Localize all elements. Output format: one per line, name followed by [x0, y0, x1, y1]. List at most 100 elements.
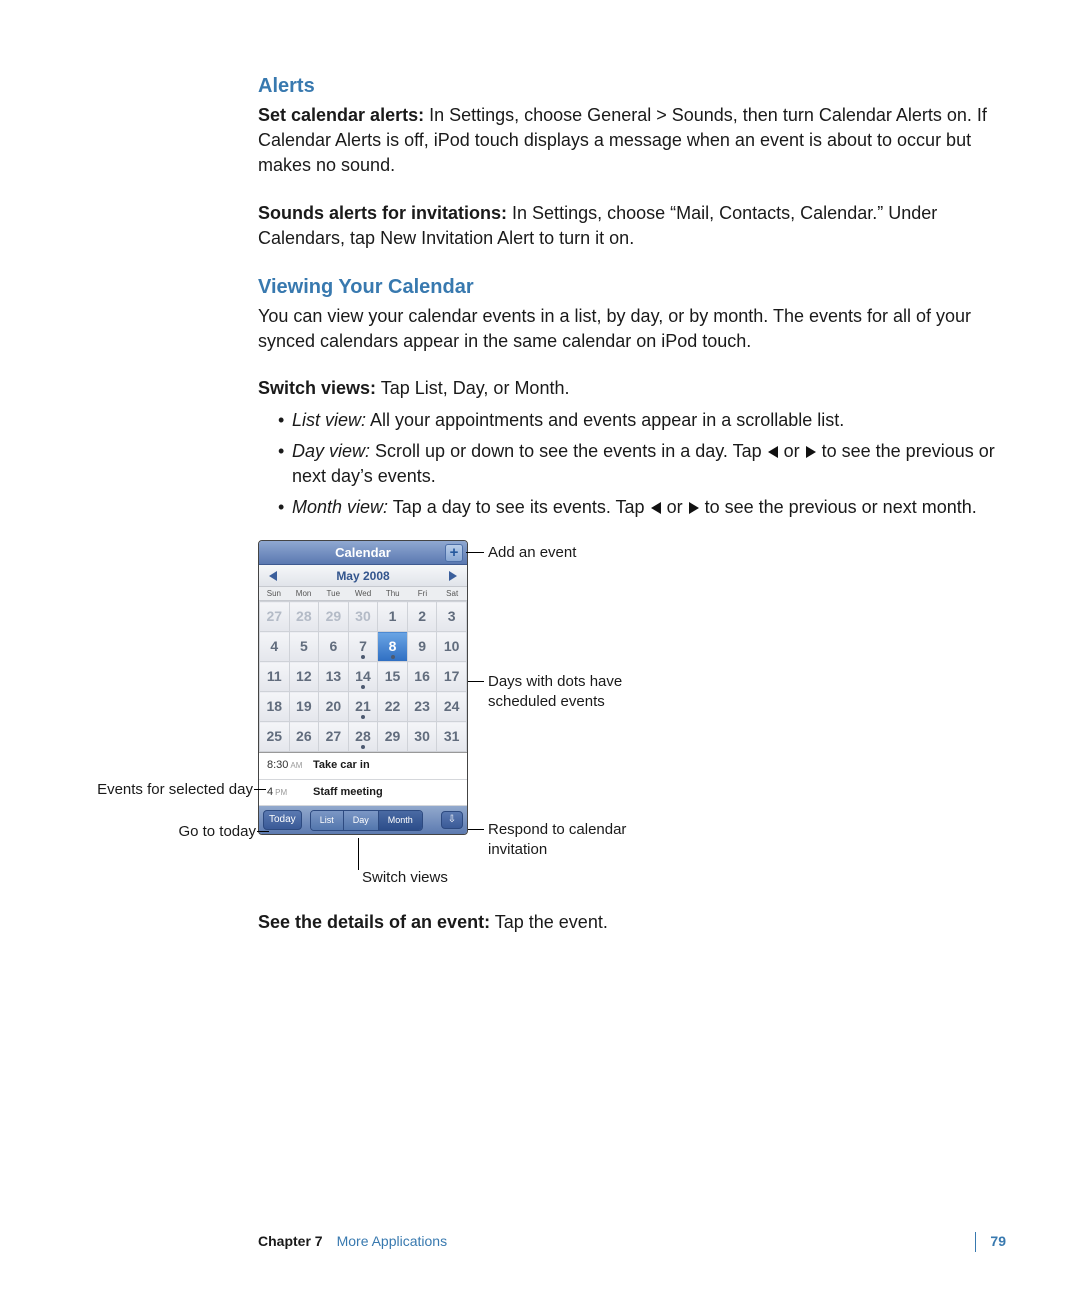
callout-switch-views: Switch views: [362, 868, 448, 888]
calendar-title: Calendar: [335, 545, 391, 560]
see-details-text: Tap the event.: [490, 912, 608, 932]
add-event-button[interactable]: +: [445, 544, 463, 562]
calendar-day-cell[interactable]: 23: [407, 692, 437, 722]
today-button[interactable]: Today: [263, 810, 302, 830]
day-view-text-a: Scroll up or down to see the events in a…: [370, 441, 767, 461]
views-list: List view: All your appointments and eve…: [258, 408, 1006, 521]
bottom-toolbar: Today ListDayMonth ⇩: [259, 806, 467, 834]
calendar-day-cell[interactable]: 3: [437, 602, 467, 632]
calendar-day-cell[interactable]: 11: [260, 662, 290, 692]
calendar-day-cell[interactable]: 8: [378, 632, 408, 662]
list-item: Day view: Scroll up or down to see the e…: [278, 439, 1006, 489]
calendar-day-cell[interactable]: 15: [378, 662, 408, 692]
segment-list[interactable]: List: [311, 811, 344, 830]
calendar-day-cell[interactable]: 6: [319, 632, 349, 662]
calendar-day-cell[interactable]: 29: [319, 602, 349, 632]
event-list: 8:30AMTake car in 4PM Staff meeting: [259, 752, 467, 806]
calendar-day-cell[interactable]: 10: [437, 632, 467, 662]
dow-cell: Thu: [378, 587, 408, 600]
month-view-text-b: or: [662, 497, 688, 517]
month-view-text-c: to see the previous or next month.: [700, 497, 977, 517]
switch-views-label: Switch views:: [258, 378, 376, 398]
page-footer: Chapter 7 More Applications 79: [258, 1232, 1006, 1252]
calendar-day-cell[interactable]: 19: [289, 692, 319, 722]
dow-cell: Sun: [259, 587, 289, 600]
day-of-week-row: SunMonTueWedThuFriSat: [259, 587, 467, 601]
calendar-day-cell[interactable]: 5: [289, 632, 319, 662]
callout-go-to-today: Go to today: [156, 822, 256, 842]
calendar-day-cell[interactable]: 29: [378, 722, 408, 752]
page-number: 79: [975, 1232, 1006, 1252]
calendar-day-cell[interactable]: 30: [348, 602, 378, 632]
calendar-phone-screenshot: Calendar + May 2008 SunMonTueWedThuFriSa…: [258, 540, 468, 835]
alerts-para-2: Sounds alerts for invitations: In Settin…: [258, 201, 1006, 251]
prev-month-icon[interactable]: [269, 571, 277, 581]
calendar-day-cell[interactable]: 26: [289, 722, 319, 752]
set-calendar-alerts-label: Set calendar alerts:: [258, 105, 424, 125]
list-view-label: List view:: [292, 410, 366, 430]
calendar-day-cell[interactable]: 12: [289, 662, 319, 692]
dow-cell: Mon: [289, 587, 319, 600]
triangle-left-icon: [651, 502, 661, 514]
view-segmented-control[interactable]: ListDayMonth: [310, 810, 423, 831]
triangle-right-icon: [806, 446, 816, 458]
calendar-day-cell[interactable]: 31: [437, 722, 467, 752]
event-time: 8:30AM: [267, 758, 307, 773]
chapter-number-label: Chapter 7: [258, 1232, 323, 1252]
calendar-day-cell[interactable]: 24: [437, 692, 467, 722]
segment-month[interactable]: Month: [379, 811, 422, 830]
calendar-titlebar: Calendar +: [259, 541, 467, 565]
segment-day[interactable]: Day: [344, 811, 379, 830]
calendar-day-cell[interactable]: 7: [348, 632, 378, 662]
next-month-icon[interactable]: [449, 571, 457, 581]
calendar-day-cell[interactable]: 25: [260, 722, 290, 752]
calendar-day-cell[interactable]: 22: [378, 692, 408, 722]
event-dot-icon: [361, 685, 365, 689]
event-title: Staff meeting: [313, 785, 383, 800]
alerts-heading: Alerts: [258, 72, 1006, 100]
calendar-day-cell[interactable]: 27: [319, 722, 349, 752]
day-view-text-b: or: [779, 441, 805, 461]
callout-respond-to-invitation: Respond to calendar invitation: [488, 820, 648, 859]
calendar-day-cell[interactable]: 17: [437, 662, 467, 692]
list-item: List view: All your appointments and eve…: [278, 408, 1006, 433]
event-time: 4PM: [267, 785, 307, 800]
dow-cell: Tue: [318, 587, 348, 600]
alerts-para-1: Set calendar alerts: In Settings, choose…: [258, 103, 1006, 179]
calendar-day-cell[interactable]: 4: [260, 632, 290, 662]
month-label: May 2008: [336, 569, 389, 583]
calendar-day-cell[interactable]: 13: [319, 662, 349, 692]
month-view-text-a: Tap a day to see its events. Tap: [388, 497, 650, 517]
calendar-day-cell[interactable]: 21: [348, 692, 378, 722]
calendar-diagram: Calendar + May 2008 SunMonTueWedThuFriSa…: [98, 540, 798, 892]
calendar-grid[interactable]: 2728293012345678910111213141516171819202…: [259, 601, 467, 752]
triangle-right-icon: [689, 502, 699, 514]
calendar-day-cell[interactable]: 28: [289, 602, 319, 632]
viewing-heading: Viewing Your Calendar: [258, 273, 1006, 301]
viewing-para-1: You can view your calendar events in a l…: [258, 304, 1006, 354]
calendar-day-cell[interactable]: 9: [407, 632, 437, 662]
event-row[interactable]: 4PM Staff meeting: [259, 780, 467, 806]
calendar-day-cell[interactable]: 30: [407, 722, 437, 752]
calendar-day-cell[interactable]: 1: [378, 602, 408, 632]
event-row[interactable]: 8:30AMTake car in: [259, 753, 467, 779]
calendar-day-cell[interactable]: 27: [260, 602, 290, 632]
calendar-day-cell[interactable]: 28: [348, 722, 378, 752]
month-row: May 2008: [259, 565, 467, 587]
dow-cell: Wed: [348, 587, 378, 600]
dow-cell: Sat: [437, 587, 467, 600]
calendar-day-cell[interactable]: 20: [319, 692, 349, 722]
see-details-para: See the details of an event: Tap the eve…: [258, 910, 1006, 935]
calendar-day-cell[interactable]: 14: [348, 662, 378, 692]
day-view-label: Day view:: [292, 441, 370, 461]
calendar-day-cell[interactable]: 2: [407, 602, 437, 632]
see-details-label: See the details of an event:: [258, 912, 490, 932]
calendar-day-cell[interactable]: 16: [407, 662, 437, 692]
dow-cell: Fri: [408, 587, 438, 600]
calendar-inbox-button[interactable]: ⇩: [441, 811, 463, 829]
event-dot-icon: [391, 655, 395, 659]
calendar-day-cell[interactable]: 18: [260, 692, 290, 722]
switch-views-text: Tap List, Day, or Month.: [376, 378, 569, 398]
list-view-text: All your appointments and events appear …: [366, 410, 844, 430]
callout-events-for-selected-day: Events for selected day: [93, 780, 253, 800]
